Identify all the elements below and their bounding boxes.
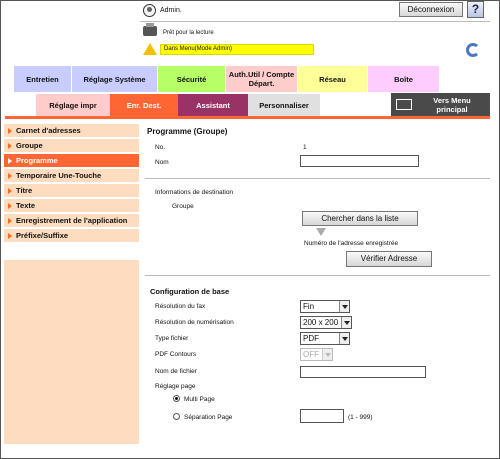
divider [145, 275, 490, 276]
refresh-icon[interactable] [466, 43, 480, 57]
scan-res-select[interactable]: 200 x 200 [300, 316, 352, 329]
sidebar-item-texte[interactable]: Texte [4, 199, 139, 213]
file-type-label: Type fichier [155, 335, 189, 342]
warning-icon [143, 43, 157, 55]
file-type-select[interactable]: PDF [300, 332, 350, 345]
user-icon [143, 4, 156, 17]
tab-personnaliser[interactable]: Personnaliser [248, 94, 320, 116]
file-name-field[interactable] [300, 366, 426, 378]
page-range-label: (1 - 999) [348, 414, 373, 421]
tab-reseau[interactable]: Réseau [298, 66, 368, 92]
pdf-outline-select: OFF [300, 348, 333, 361]
arrow-icon [8, 128, 12, 134]
scan-res-label: Résolution de numérisation [155, 319, 234, 326]
file-name-label: Nom de fichier [155, 368, 197, 375]
config-title: Configuration de base [150, 287, 230, 296]
page-separation-field[interactable] [300, 409, 344, 423]
main-menu-button[interactable]: Vers Menu principal [391, 93, 490, 117]
tab-assistant[interactable]: Assistant [178, 94, 248, 116]
mode-bar: Dans Menu(Mode Admin) [160, 44, 314, 55]
chevron-down-icon [339, 333, 349, 344]
page-separation-label: Séparation Page [184, 414, 233, 421]
fax-res-label: Résolution du fax [155, 303, 206, 310]
arrow-icon [8, 188, 12, 194]
arrow-icon [8, 233, 12, 239]
registered-no-label: Numéro de l'adresse enregistrée [304, 240, 399, 247]
sidebar-item-programme[interactable]: Programme [4, 154, 139, 168]
chevron-down-icon [322, 349, 332, 360]
dest-info-label: Informations de destination [155, 189, 234, 196]
header-divider [140, 21, 490, 22]
sidebar-item-prefixe[interactable]: Préfixe/Suffixe [4, 229, 139, 243]
chevron-down-icon [341, 317, 351, 328]
printer-icon [143, 23, 157, 36]
tab-underline [5, 116, 490, 119]
tab-auth-compte[interactable]: Auth.Util / Compte Départ. [226, 66, 298, 92]
sidebar-item-titre[interactable]: Titre [4, 184, 139, 198]
menu-icon [396, 99, 412, 110]
name-label: Nom [155, 159, 169, 166]
tab-entretien[interactable]: Entretien [14, 66, 72, 92]
arrow-icon [8, 143, 12, 149]
main-menu-label: Vers Menu principal [433, 96, 471, 114]
multi-page-label: Multi Page [184, 396, 215, 403]
page-title: Programme (Groupe) [147, 127, 228, 136]
name-field[interactable] [300, 155, 419, 167]
arrow-icon [8, 158, 12, 164]
page-separation-radio[interactable] [173, 413, 180, 420]
pdf-outline-label: PDF Contours [155, 351, 197, 358]
tab-reglage-systeme[interactable]: Réglage Système [72, 66, 158, 92]
check-address-button[interactable]: Vérifier Adresse [346, 251, 432, 267]
sidebar-item-temporaire[interactable]: Temporaire Une-Touche [4, 169, 139, 183]
page-setting-label: Réglage page [155, 383, 196, 390]
logout-button[interactable]: Déconnexion [399, 2, 463, 17]
multi-page-radio[interactable] [173, 395, 180, 402]
sidebar-background [4, 260, 139, 444]
sidebar-item-application[interactable]: Enregistrement de l'application [4, 214, 139, 228]
help-icon[interactable]: ? [467, 1, 484, 18]
tab-securite[interactable]: Sécurité [158, 66, 226, 92]
tab-enr-dest[interactable]: Enr. Dest. [110, 94, 178, 116]
chevron-down-icon [339, 301, 349, 312]
down-arrow-icon [316, 228, 326, 236]
group-label: Groupe [172, 203, 194, 210]
tab-boite[interactable]: Boîte [368, 66, 440, 92]
arrow-icon [8, 203, 12, 209]
user-label: Admin. [160, 7, 182, 14]
arrow-icon [8, 173, 12, 179]
sidebar-item-carnet[interactable]: Carnet d'adresses [4, 124, 139, 138]
no-value: 1 [303, 144, 307, 151]
sidebar-item-groupe[interactable]: Groupe [4, 139, 139, 153]
divider [145, 178, 490, 179]
fax-res-select[interactable]: Fin [300, 300, 350, 313]
no-label: No. [155, 144, 166, 151]
search-list-button[interactable]: Chercher dans la liste [302, 211, 418, 226]
arrow-icon [8, 218, 12, 224]
status-text: Prêt pour la lecture [163, 30, 214, 36]
tab-reglage-impr[interactable]: Réglage impr [36, 94, 110, 116]
